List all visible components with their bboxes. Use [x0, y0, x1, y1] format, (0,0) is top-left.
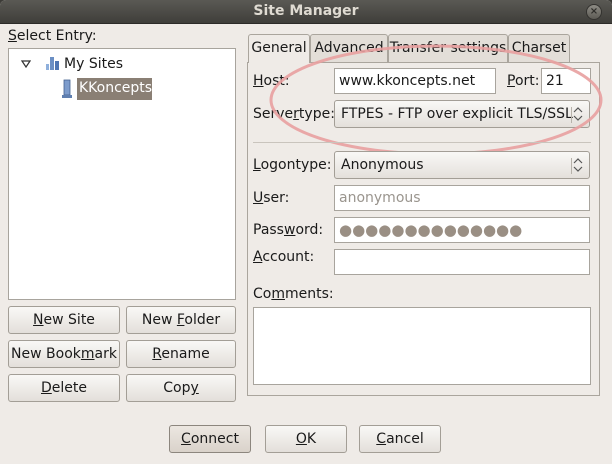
select-separator — [571, 158, 572, 174]
account-label: Account: — [253, 249, 315, 265]
site-tree[interactable]: My Sites KKoncepts — [8, 48, 236, 300]
delete-button[interactable]: Delete — [8, 374, 120, 402]
window-title: Site Manager — [253, 3, 359, 19]
comments-textarea[interactable] — [253, 307, 591, 385]
combo-arrows-icon — [573, 158, 583, 172]
new-bookmark-button[interactable]: New Bookmark — [8, 340, 120, 368]
site-manager-window: Site Manager × Select Entry: My Sites KK… — [0, 0, 612, 464]
user-input[interactable]: anonymous — [334, 185, 590, 211]
connect-button[interactable]: Connect — [169, 425, 251, 453]
comments-label: Comments: — [253, 286, 334, 302]
server-icon — [62, 79, 72, 98]
divider — [253, 142, 591, 143]
user-label: User: — [253, 190, 290, 206]
ok-button[interactable]: OK — [265, 425, 347, 453]
copy-button[interactable]: Copy — [126, 374, 236, 402]
cancel-button[interactable]: Cancel — [359, 425, 441, 453]
folder-icon — [46, 57, 59, 70]
logontype-label: Logontype: — [253, 157, 332, 173]
new-folder-button[interactable]: New Folder — [126, 306, 236, 334]
account-input[interactable] — [334, 249, 590, 275]
expander-down-icon[interactable] — [21, 59, 31, 69]
tab-general[interactable]: General — [248, 34, 310, 63]
password-input[interactable]: ●●●●●●●●●●●●●● — [334, 217, 590, 243]
tree-item-my-sites[interactable]: My Sites — [64, 56, 123, 72]
tree-item-kkoncepts[interactable]: KKoncepts — [79, 80, 152, 96]
logontype-value: Anonymous — [341, 157, 424, 173]
select-entry-label: Select Entry: — [8, 28, 97, 44]
rename-button[interactable]: Rename — [126, 340, 236, 368]
logontype-select[interactable]: Anonymous — [334, 151, 590, 179]
close-icon[interactable]: × — [586, 4, 602, 20]
new-site-button[interactable]: New Site — [8, 306, 120, 334]
highlight-ellipse-annotation — [269, 44, 603, 156]
password-label: Password: — [253, 222, 324, 238]
title-bar[interactable]: Site Manager × — [0, 0, 612, 24]
